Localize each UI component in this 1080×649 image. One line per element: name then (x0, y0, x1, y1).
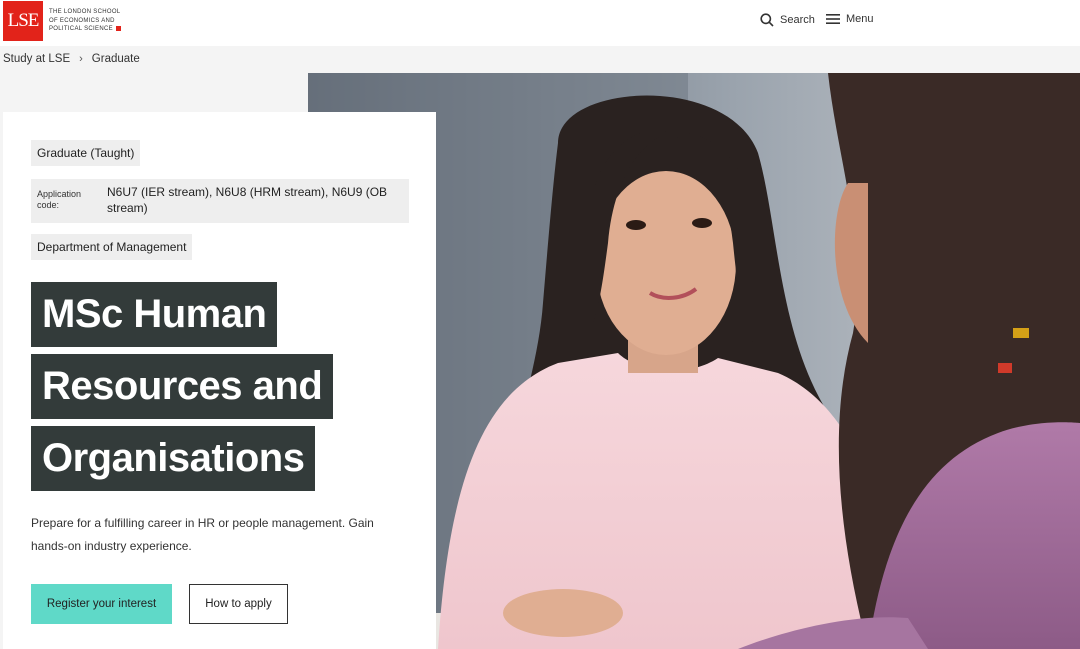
application-code-label: Application code: (37, 189, 82, 210)
logo-mark: LSE (3, 1, 43, 41)
search-button[interactable]: Search (760, 13, 815, 27)
programme-description: Prepare for a fulfilling career in HR or… (31, 516, 374, 553)
application-code-tag: Application code: N6U7 (IER stream), N6U… (31, 179, 409, 223)
breadcrumb: Study at LSE › Graduate (3, 53, 140, 65)
breadcrumb-bar: Study at LSE › Graduate (0, 46, 1080, 73)
page-title-line-2: Resources and (31, 354, 334, 419)
search-icon (760, 13, 774, 27)
programme-level-tag: Graduate (Taught) (31, 140, 141, 166)
logo-line-2: of Economics and (49, 17, 115, 24)
logo-line-1: The London School (49, 9, 121, 15)
menu-label: Menu (846, 13, 874, 25)
breadcrumb-separator: › (79, 53, 83, 65)
search-label: Search (780, 14, 815, 26)
logo-red-square-icon (115, 25, 121, 31)
breadcrumb-item-graduate[interactable]: Graduate (92, 53, 140, 65)
breadcrumb-item-study-at-lse[interactable]: Study at LSE (3, 53, 70, 65)
page-title-line-3: Organisations (31, 426, 316, 491)
hamburger-icon (826, 14, 840, 24)
menu-button[interactable]: Menu (826, 13, 874, 25)
application-code-value: N6U7 (IER stream), N6U8 (HRM stream), N6… (107, 185, 388, 215)
lse-logo[interactable]: LSE The London School of Economics and P… (3, 1, 121, 41)
register-interest-button[interactable]: Register your interest (31, 584, 172, 624)
department-tag[interactable]: Department of Management (31, 234, 193, 260)
logo-line-3: Political Science (49, 26, 113, 32)
programme-card: Graduate (Taught) Application code: N6U7… (3, 112, 436, 649)
logo-line-3-wrap: Political Science (49, 25, 121, 34)
page-title-line-1: MSc Human (31, 282, 278, 347)
site-header: LSE The London School of Economics and P… (0, 0, 1080, 46)
how-to-apply-button[interactable]: How to apply (189, 584, 288, 624)
logo-wordmark: The London School of Economics and Polit… (49, 8, 121, 34)
